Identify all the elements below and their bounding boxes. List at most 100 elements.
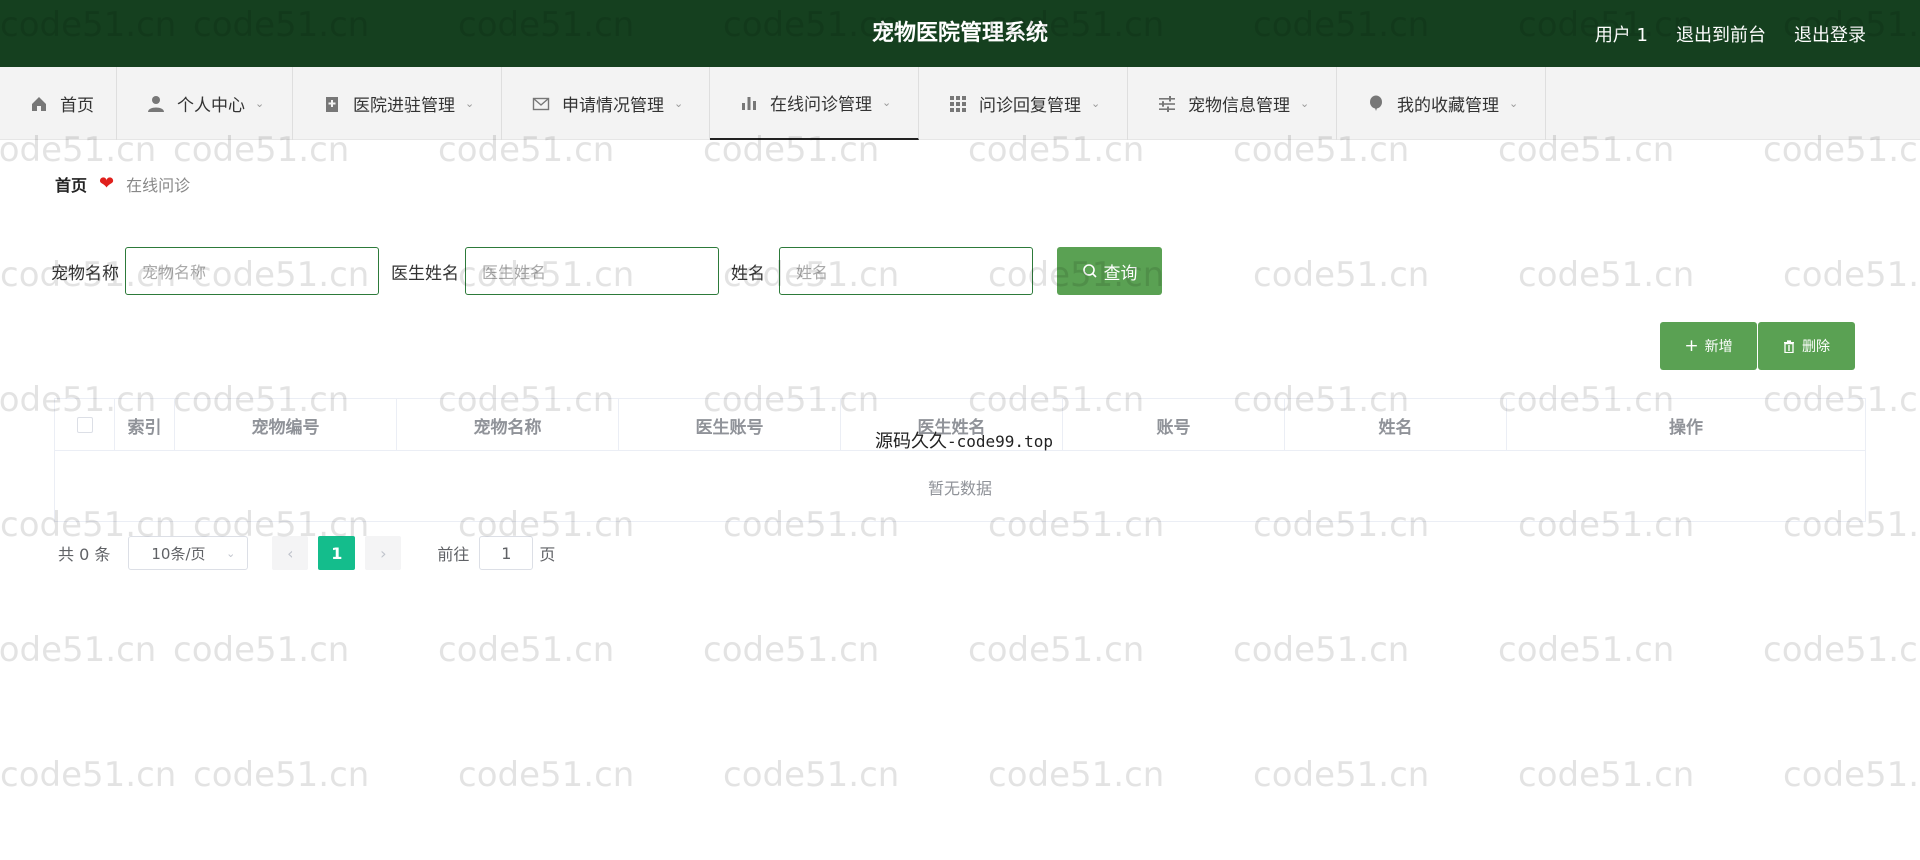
balloon-icon <box>1367 95 1385 113</box>
select-all-checkbox[interactable] <box>76 417 93 433</box>
name-label: 姓名 <box>731 263 765 284</box>
main-nav: 首页 个人中心 ⌄ 医院进驻管理 ⌄ 申请情况管理 ⌄ 在线问诊管理 ⌄ 问诊回… <box>0 67 1920 140</box>
pagination: 共 0 条 10条/页 ⌄ ‹ 1 › 前往 1 页 <box>58 536 555 570</box>
user-icon <box>147 95 165 113</box>
nav-item-favorites[interactable]: 我的收藏管理 ⌄ <box>1337 67 1546 140</box>
nav-item-reply[interactable]: 问诊回复管理 ⌄ <box>919 67 1128 140</box>
breadcrumb-home[interactable]: 首页 <box>55 172 87 196</box>
delete-button[interactable]: 删除 <box>1758 322 1855 370</box>
chevron-down-icon: ⌄ <box>255 97 265 110</box>
chevron-down-icon: ⌄ <box>882 96 892 109</box>
goto-label: 前往 <box>437 545 470 564</box>
search-form: 宠物名称 宠物名称 医生姓名 医生姓名 姓名 姓名 查询 <box>51 247 1162 295</box>
logout-link[interactable]: 退出登录 <box>1794 21 1866 47</box>
prev-page-button[interactable]: ‹ <box>272 536 309 570</box>
nav-item-label: 宠物信息管理 <box>1188 96 1290 116</box>
next-page-button[interactable]: › <box>365 536 402 570</box>
overlay-prefix: 源码久久 <box>875 431 947 452</box>
add-button[interactable]: + 新增 <box>1660 322 1757 370</box>
total-count: 共 0 条 <box>58 545 111 564</box>
page-number[interactable]: 1 <box>318 536 356 570</box>
watermark-text: code51.cn <box>1518 755 1695 795</box>
nav-item-label: 医院进驻管理 <box>353 96 455 116</box>
watermark-text: code51.cn <box>0 630 157 670</box>
content-card: 宠物名称 宠物名称 医生姓名 医生姓名 姓名 姓名 查询 + 新增 删除 索引 … <box>29 224 1891 594</box>
trash-icon <box>1783 339 1795 353</box>
chevron-down-icon: ⌄ <box>674 97 684 110</box>
search-icon <box>1082 263 1098 279</box>
nav-item-label: 在线问诊管理 <box>770 95 872 115</box>
add-button-label: 新增 <box>1704 339 1733 355</box>
query-button[interactable]: 查询 <box>1057 247 1162 295</box>
column-header[interactable]: 宠物名称 <box>397 399 619 451</box>
chevron-down-icon: ⌄ <box>1300 97 1310 110</box>
watermark-text: code51.cn <box>1498 630 1675 670</box>
home-icon <box>30 95 48 113</box>
chevron-down-icon: ⌄ <box>465 97 475 110</box>
watermark-text: code51.cn <box>1783 755 1920 795</box>
breadcrumb: 首页 ❤ 在线问诊 <box>29 155 1891 212</box>
nav-item-hospital[interactable]: 医院进驻管理 ⌄ <box>293 67 502 140</box>
goto-page-input[interactable]: 1 <box>479 536 534 570</box>
watermark-text: code51.cn <box>193 755 370 795</box>
watermark-text: code51.cn <box>458 755 635 795</box>
pet-name-label: 宠物名称 <box>51 263 119 284</box>
watermark-text: code51.cn <box>1253 755 1430 795</box>
chevron-down-icon: ⌄ <box>1091 97 1101 110</box>
query-button-label: 查询 <box>1103 263 1138 284</box>
top-header: 宠物医院管理系统 用户 1 退出到前台 退出登录 <box>0 0 1920 67</box>
doctor-name-label: 医生姓名 <box>391 263 459 284</box>
doctor-name-input[interactable]: 医生姓名 <box>465 247 719 295</box>
overlay-suffix: -code99.top <box>947 432 1053 451</box>
current-user[interactable]: 用户 1 <box>1595 21 1648 47</box>
header-actions: 用户 1 退出到前台 退出登录 <box>1595 0 1866 67</box>
watermark-text: code51.cn <box>1233 630 1410 670</box>
breadcrumb-current: 在线问诊 <box>126 175 191 195</box>
chevron-down-icon: ⌄ <box>226 546 236 560</box>
nav-item-profile[interactable]: 个人中心 ⌄ <box>117 67 293 140</box>
column-header[interactable]: 账号 <box>1063 399 1285 451</box>
watermark-text: code51.cn <box>438 630 615 670</box>
watermark-text: code51.cn <box>173 630 350 670</box>
empty-state: 暂无数据 <box>927 478 992 498</box>
bar-chart-icon <box>740 94 758 112</box>
column-header: 操作 <box>1669 417 1703 438</box>
action-buttons: + 新增 删除 <box>1659 322 1855 370</box>
nav-item-pet-info[interactable]: 宠物信息管理 ⌄ <box>1128 67 1337 140</box>
page-suffix: 页 <box>539 545 556 564</box>
nav-item-label: 我的收藏管理 <box>1397 96 1499 116</box>
sliders-icon <box>1158 95 1176 113</box>
nav-item-application[interactable]: 申请情况管理 ⌄ <box>502 67 710 140</box>
watermark-text: code51.cn <box>0 755 177 795</box>
column-header[interactable]: 宠物编号 <box>175 399 397 451</box>
select-all-cell <box>55 399 115 451</box>
nav-item-label: 申请情况管理 <box>562 96 664 116</box>
hospital-icon <box>323 95 341 113</box>
page-size-value: 10条/页 <box>151 544 206 563</box>
name-input[interactable]: 姓名 <box>779 247 1033 295</box>
page-size-select[interactable]: 10条/页 ⌄ <box>128 536 249 570</box>
source-overlay-text: 源码久久-code99.top <box>875 427 1053 453</box>
mail-icon <box>532 95 550 113</box>
nav-item-home[interactable]: 首页 <box>0 67 117 140</box>
grid-icon <box>949 95 967 113</box>
column-header[interactable]: 索引 <box>115 399 175 451</box>
nav-item-consultation[interactable]: 在线问诊管理 ⌄ <box>710 67 919 140</box>
watermark-text: code51.cn <box>988 755 1165 795</box>
watermark-text: code51.cn <box>968 630 1145 670</box>
exit-to-front-link[interactable]: 退出到前台 <box>1676 21 1766 47</box>
plus-icon: + <box>1684 336 1699 356</box>
column-header[interactable]: 姓名 <box>1285 399 1507 451</box>
watermark-text: code51.cn <box>703 630 880 670</box>
data-table: 索引 宠物编号 宠物名称 医生账号 医生姓名 账号 姓名 操作 暂无数据 <box>54 398 1866 522</box>
pet-name-input[interactable]: 宠物名称 <box>125 247 379 295</box>
nav-item-label: 个人中心 <box>177 96 245 116</box>
column-header[interactable]: 医生账号 <box>619 399 841 451</box>
nav-item-label: 首页 <box>60 96 94 116</box>
heart-icon: ❤ <box>99 173 115 194</box>
watermark-text: code51.cn <box>1763 630 1920 670</box>
chevron-down-icon: ⌄ <box>1509 97 1519 110</box>
watermark-text: code51.cn <box>723 755 900 795</box>
nav-item-label: 问诊回复管理 <box>979 96 1081 116</box>
delete-button-label: 删除 <box>1802 339 1830 355</box>
